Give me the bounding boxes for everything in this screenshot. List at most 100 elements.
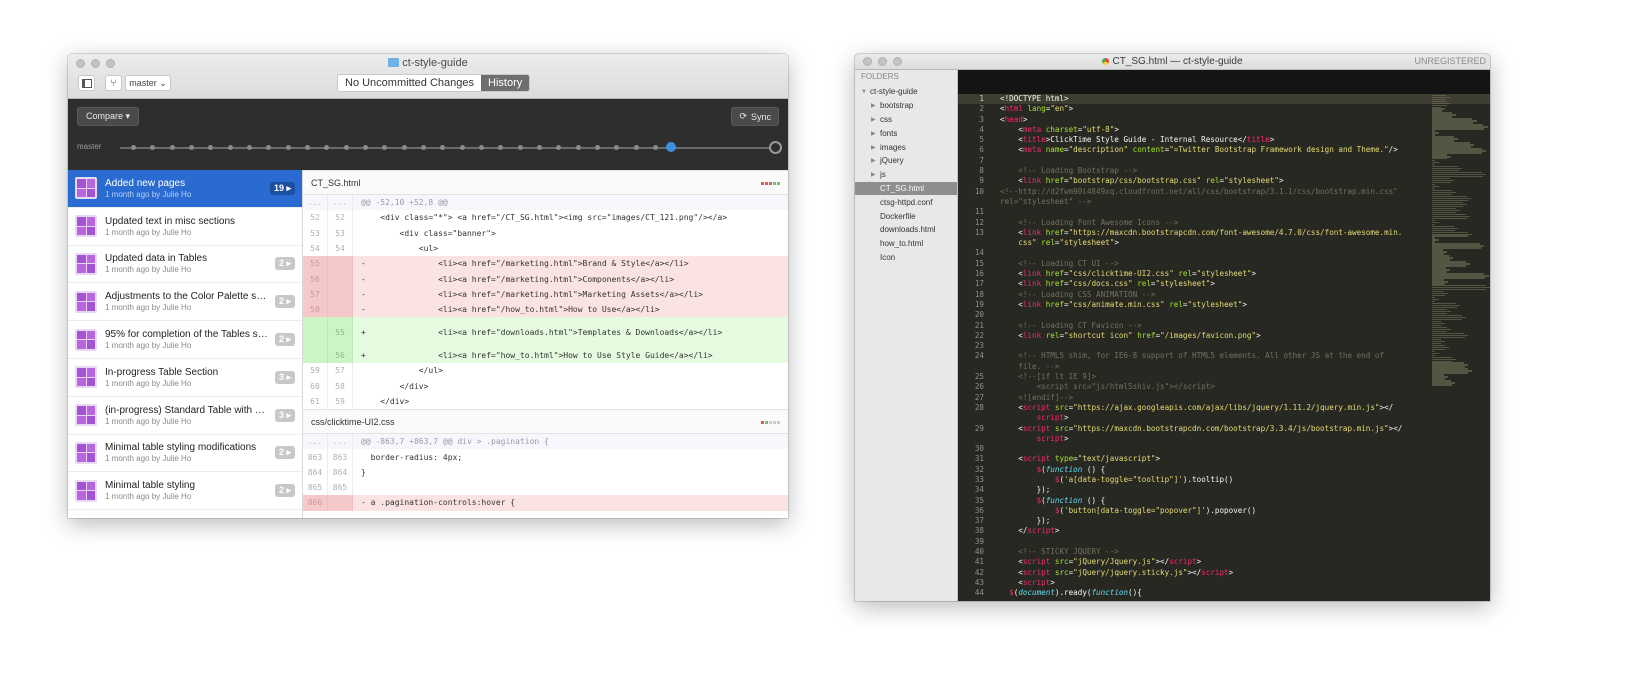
timeline-commit-dot[interactable] [556,145,562,150]
changed-files-badge[interactable]: 2 ▸ [274,257,295,271]
code-line[interactable]: 16 <link href="css/clicktime-UI2.css" re… [958,269,1490,279]
code-line[interactable]: 26 <script src="js/html5shiv.js"></scrip… [958,382,1490,392]
timeline-head-marker[interactable] [666,142,677,152]
code-line[interactable]: script> [958,434,1490,444]
code-line[interactable]: 3 <head> [958,115,1490,125]
timeline-commit-dot[interactable] [285,145,291,150]
code-line[interactable]: 38 </script> [958,526,1490,536]
code-line[interactable]: 11 [958,207,1490,217]
diff-file-header[interactable]: CT_SG.html [303,170,788,195]
code-line[interactable]: 13 <link href="https://maxcdn.bootstrapc… [958,228,1490,238]
timeline-commit-dot[interactable] [189,145,195,150]
timeline-commit-dot[interactable] [633,145,639,150]
commit-timeline[interactable] [120,141,782,154]
changed-files-badge[interactable]: 2 ▸ [274,484,295,498]
timeline-commit-dot[interactable] [208,145,214,150]
commit-list-item[interactable]: 95% for completion of the Tables sec… 1 m… [68,321,302,359]
sidebar-tree-item[interactable]: ▶ images [855,140,957,154]
code-line[interactable]: 25 <!--[if lt IE 9]> [958,372,1490,382]
code-line[interactable]: 1 <!DOCTYPE html> [958,94,1490,105]
commit-list-item[interactable]: Updated text in misc sections 1 month ago… [68,208,302,246]
commit-list-item[interactable]: Minimal table styling modifications 1 mon… [68,435,302,473]
sidebar-tree-item[interactable]: ▶ css [855,113,957,127]
code-line[interactable]: 36 $('button[data-toggle="popover"]').po… [958,506,1490,516]
commit-list-item[interactable]: In-progress Table Section 1 month ago by … [68,359,302,397]
changed-files-badge[interactable]: 2 ▸ [274,333,295,347]
timeline-commit-dot[interactable] [343,145,349,150]
code-line[interactable]: 8 <!-- Loading Bootstrap --> [958,166,1490,176]
commit-list-item[interactable]: Adjustments to the Color Palette sect… 1 … [68,283,302,322]
timeline-commit-dot[interactable] [363,145,369,150]
timeline-commit-dot[interactable] [652,145,658,150]
timeline-commit-dot[interactable] [594,145,600,150]
code-line[interactable]: css" rel="stylesheet"> [958,238,1490,248]
code-line[interactable]: 21 <!-- Loading CT Favicon --> [958,321,1490,331]
timeline-commit-dot[interactable] [266,145,272,150]
code-line[interactable]: 43 <script> [958,578,1490,588]
minimap[interactable] [1432,94,1490,601]
compare-button[interactable]: Compare ▾ [77,107,140,126]
code-line[interactable]: 18 <!-- Loading CSS ANIMATION --> [958,290,1490,300]
code-line[interactable]: rel="stylesheet" --> [958,197,1490,207]
code-line[interactable]: 29 <script src="https://maxcdn.bootstrap… [958,424,1490,434]
toggle-sidebar-button[interactable] [78,75,95,91]
code-line[interactable]: 37 }); [958,516,1490,526]
code-line[interactable]: 22 <link rel="shortcut icon" href="/imag… [958,331,1490,341]
code-line[interactable]: 7 [958,156,1490,166]
code-line[interactable]: 34 }); [958,485,1490,495]
code-line[interactable]: 41 <script src="jQuery/Jquery.js"></scri… [958,557,1490,567]
code-line[interactable]: file. --> [958,362,1490,372]
create-branch-button[interactable]: ⑂ [105,75,122,91]
code-line[interactable]: 6 <meta name="description" content="=Twi… [958,145,1490,155]
code-area[interactable]: 1 <!DOCTYPE html> 2 <html lang="en"> 3 <head>… [958,94,1490,601]
code-line[interactable]: 31 <script type="text/javascript"> [958,454,1490,464]
timeline-commit-dot[interactable] [305,145,311,150]
sidebar-tree-item[interactable]: ctsg-httpd.conf [855,195,957,209]
sync-button[interactable]: ⟳ Sync [731,107,779,126]
commit-list-item[interactable]: Updated data in Tables 1 month ago by Jul… [68,246,302,284]
sidebar-tree-item[interactable]: Icon [855,251,957,265]
sidebar-tree-item[interactable]: ▼ ct-style-guide [855,85,957,99]
code-line[interactable]: 10 <!--http://d2fwm90i4849xq.cloudfront.n… [958,187,1490,197]
code-line[interactable]: 15 <!-- Loading CT UI --> [958,259,1490,269]
code-line[interactable]: 40 <!-- STICKY JQUERY --> [958,547,1490,557]
code-line[interactable]: 30 [958,444,1490,454]
code-line[interactable]: 20 [958,310,1490,320]
code-line[interactable]: 23 [958,341,1490,351]
timeline-commit-dot[interactable] [517,145,523,150]
code-line[interactable]: 19 <link href="css/animate.min.css" rel=… [958,300,1490,310]
timeline-commit-dot[interactable] [324,145,330,150]
timeline-end-marker[interactable] [769,141,782,154]
timeline-commit-dot[interactable] [536,145,542,150]
sidebar-tree-item[interactable]: Dockerfile [855,209,957,223]
timeline-commit-dot[interactable] [614,145,620,150]
timeline-commit-dot[interactable] [227,145,233,150]
changed-files-badge[interactable]: 19 ▸ [269,181,295,195]
timeline-commit-dot[interactable] [150,145,156,150]
code-line[interactable]: 44 $(document).ready(function(){ [958,588,1490,598]
commit-list-item[interactable]: Added new pages 1 month ago by Julie Ho 19… [68,170,302,208]
diff-file-header[interactable]: css/clicktime-UI2.css [303,409,788,435]
changed-files-badge[interactable]: 3 ▸ [274,370,295,384]
tab-history[interactable]: History [481,75,530,91]
timeline-commit-dot[interactable] [247,145,253,150]
code-editor[interactable]: 1 <!DOCTYPE html> 2 <html lang="en"> 3 <head>… [958,70,1490,601]
commit-list-item[interactable]: (in-progress) Standard Table with bor… 1 … [68,397,302,435]
sidebar-tree-item[interactable]: ▶ bootstrap [855,99,957,113]
sidebar-tree-item[interactable]: ▶ fonts [855,126,957,140]
code-line[interactable]: 39 [958,537,1490,547]
sidebar-tree-item[interactable]: ▶ jQuery [855,154,957,168]
timeline-commit-dot[interactable] [498,145,504,150]
code-line[interactable]: 32 $(function () { [958,465,1490,475]
sidebar-tree-item[interactable]: downloads.html [855,223,957,237]
timeline-commit-dot[interactable] [478,145,484,150]
sidebar-tree-item[interactable]: how_to.html [855,237,957,251]
timeline-commit-dot[interactable] [401,145,407,150]
timeline-commit-dot[interactable] [459,145,465,150]
timeline-commit-dot[interactable] [440,145,446,150]
changed-files-badge[interactable]: 3 ▸ [274,408,295,422]
code-line[interactable]: 14 [958,248,1490,258]
code-line[interactable]: 17 <link href="css/docs.css" rel="styles… [958,279,1490,289]
code-line[interactable]: 28 <script src="https://ajax.googleapis.… [958,403,1490,413]
code-line[interactable]: 24 <!-- HTML5 shim, for IE6-8 support of… [958,351,1490,361]
